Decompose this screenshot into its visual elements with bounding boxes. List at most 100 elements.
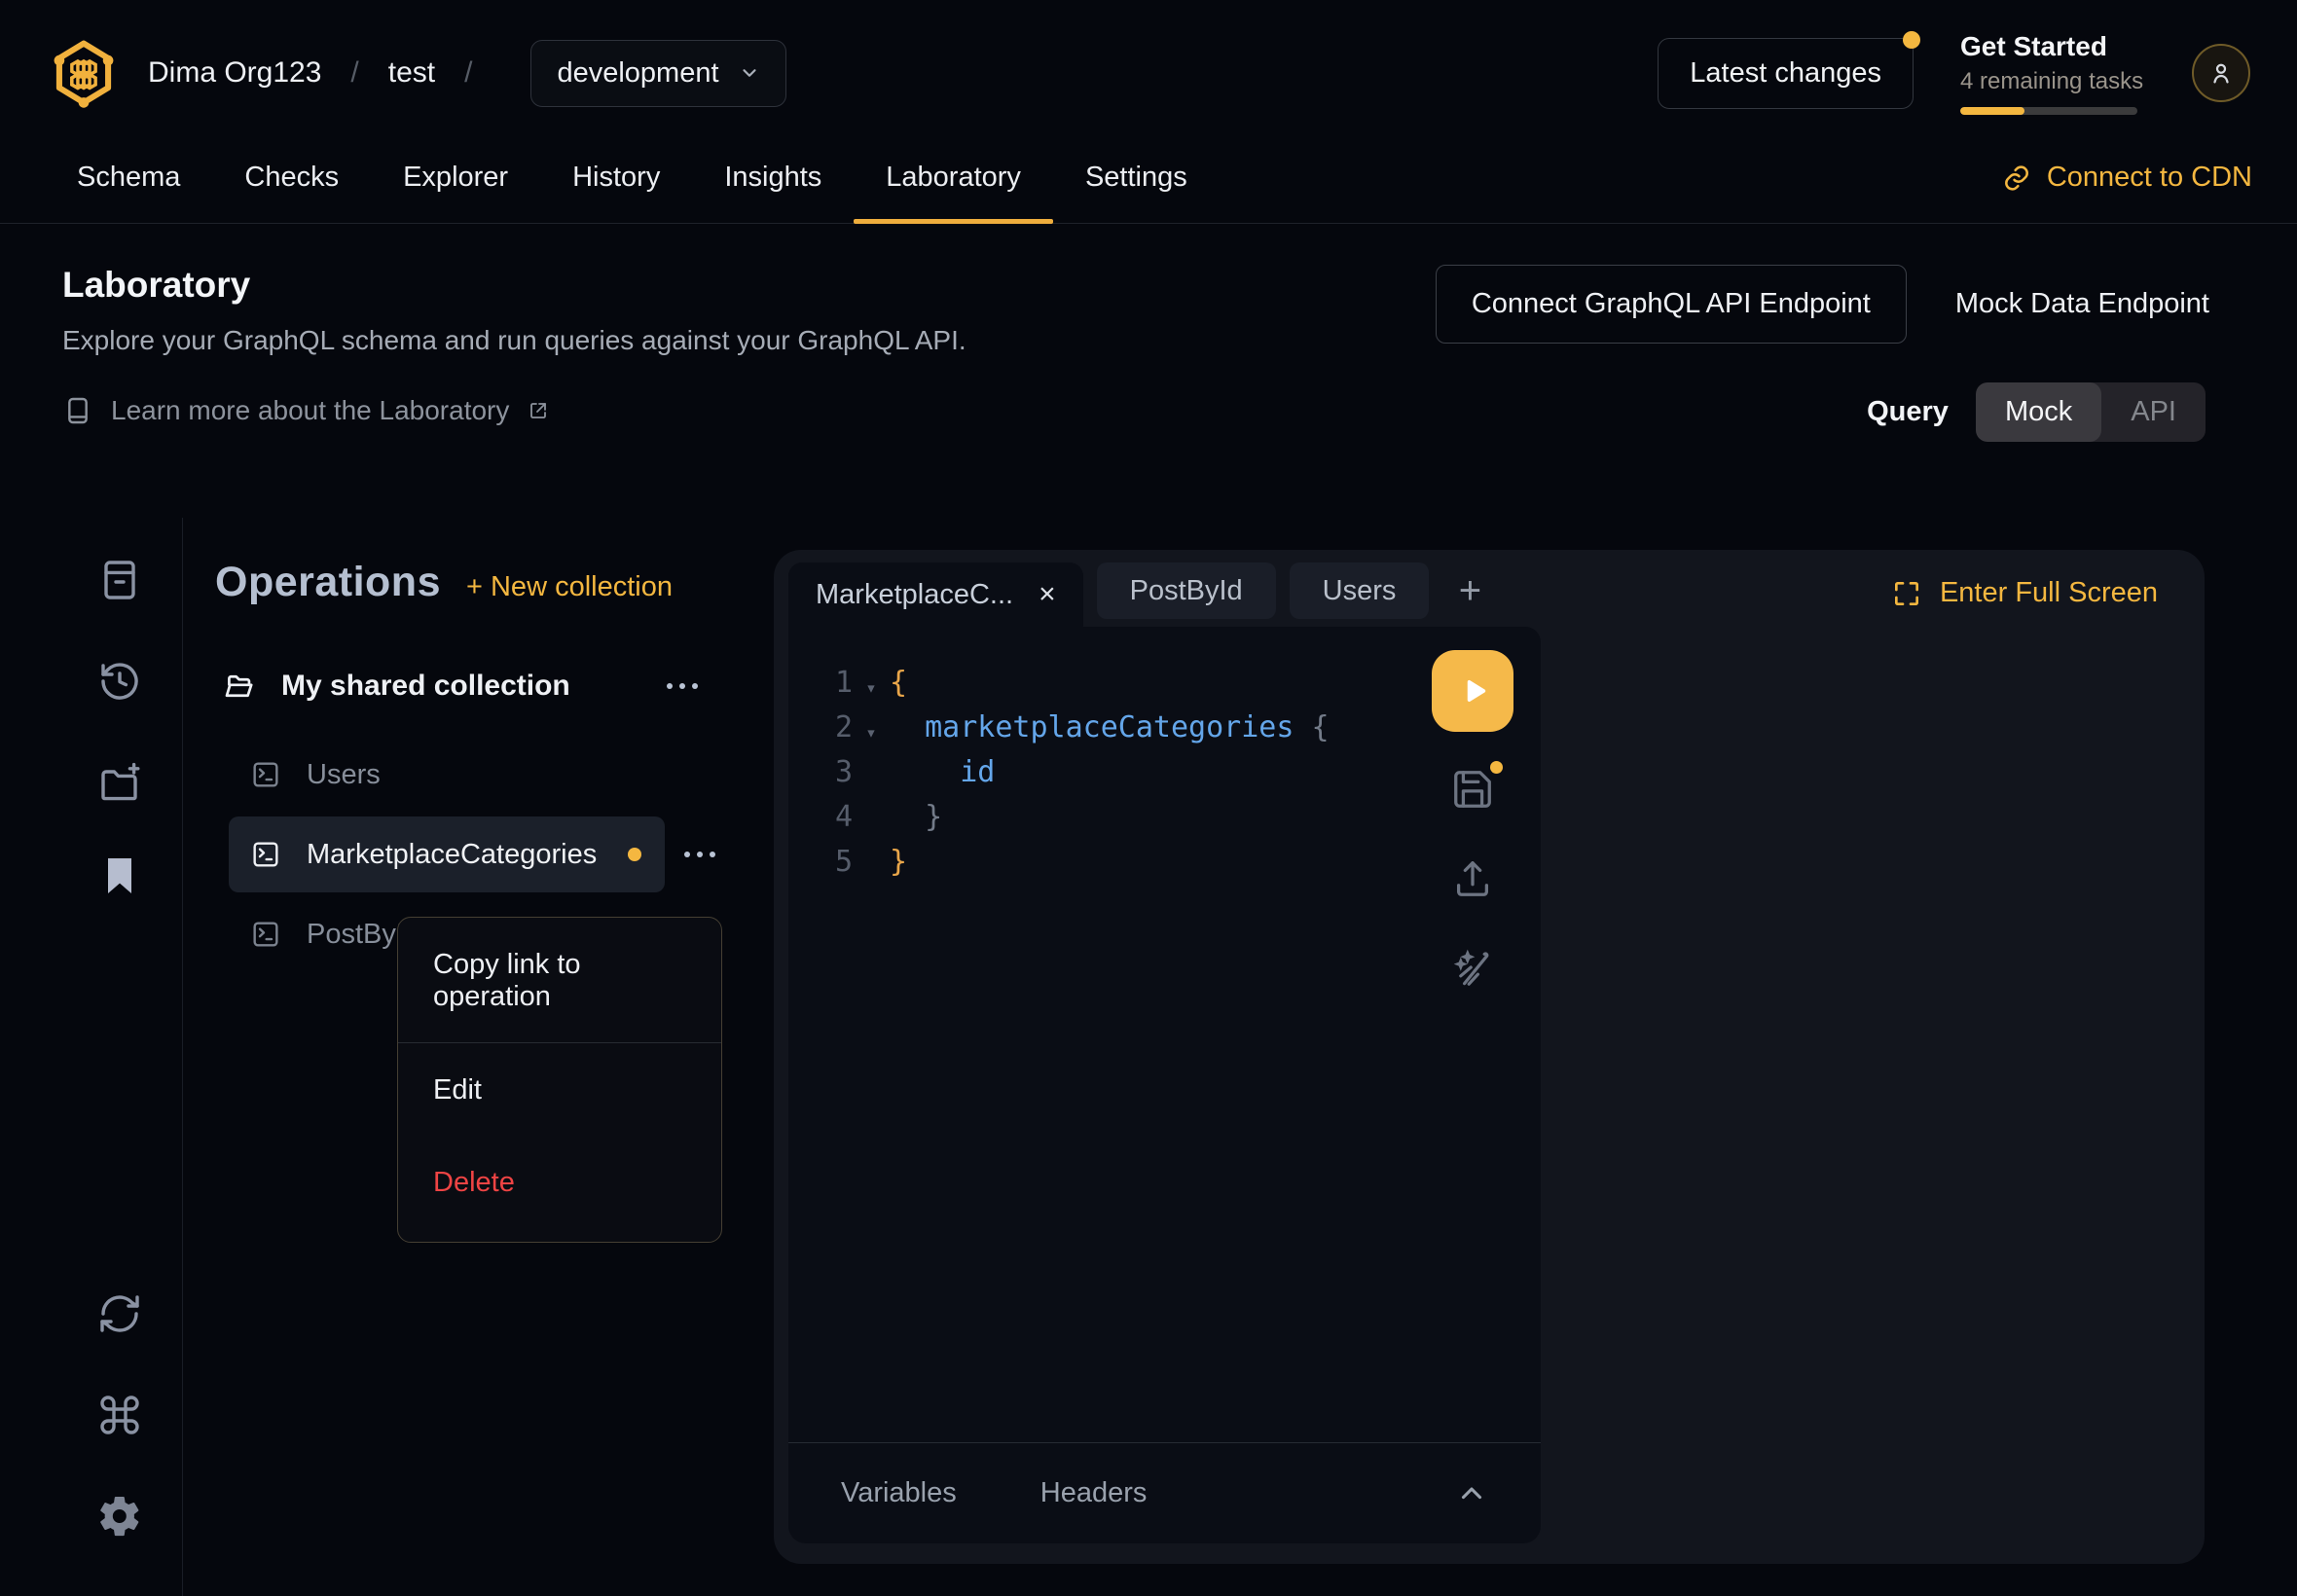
line-number: 3 <box>814 755 853 800</box>
hive-logo[interactable] <box>47 36 121 110</box>
broom-sparkles-icon <box>1450 946 1497 993</box>
unsaved-dot <box>628 848 641 861</box>
editor-footer: Variables Headers <box>788 1442 1541 1543</box>
line-number: 2 <box>814 710 853 755</box>
page-title: Laboratory <box>62 265 966 306</box>
editor-tab-postbyid[interactable]: PostById <box>1097 562 1276 619</box>
code-line: 4 } <box>788 800 1541 845</box>
latest-changes-label: Latest changes <box>1690 57 1881 89</box>
learn-more-link[interactable]: Learn more about the Laboratory <box>62 395 966 426</box>
code-token: } <box>890 845 907 879</box>
close-tab-icon[interactable]: × <box>1039 580 1056 609</box>
nav-tab-insights[interactable]: Insights <box>692 132 854 223</box>
operation-menu-button[interactable] <box>678 846 721 863</box>
breadcrumb: Dima Org123 / test / <box>148 56 501 90</box>
nav-tab-history[interactable]: History <box>540 132 692 223</box>
nav-tab-checks[interactable]: Checks <box>212 132 371 223</box>
fold-arrow-icon[interactable]: ▾ <box>853 666 890 710</box>
user-avatar[interactable] <box>2192 44 2250 102</box>
code-text: marketplaceCategories { <box>890 710 1330 755</box>
fullscreen-icon <box>1891 578 1922 609</box>
book-icon <box>62 395 93 426</box>
learn-more-label: Learn more about the Laboratory <box>111 395 509 426</box>
operation-row: MarketplaceCategories <box>182 816 774 892</box>
query-toggle-option-api[interactable]: API <box>2101 382 2206 442</box>
variables-tab[interactable]: Variables <box>841 1477 957 1509</box>
operation-item-marketplacecategories[interactable]: MarketplaceCategories <box>229 816 665 892</box>
enter-fullscreen-button[interactable]: Enter Full Screen <box>1891 577 2158 609</box>
fold-arrow-icon[interactable]: ▾ <box>853 710 890 755</box>
code-token <box>890 710 925 744</box>
operation-label: Users <box>307 759 381 791</box>
menu-item-copy-link-to-operation[interactable]: Copy link to operation <box>398 918 721 1042</box>
code-text: } <box>890 845 907 889</box>
operations-panel: Operations + New collection My shared co… <box>182 516 774 976</box>
play-icon <box>1455 673 1490 708</box>
get-started-progressbar <box>1960 107 2137 115</box>
gear-icon[interactable] <box>96 1493 143 1540</box>
new-collection-button[interactable]: + New collection <box>466 571 673 603</box>
connect-endpoint-button[interactable]: Connect GraphQL API Endpoint <box>1436 265 1907 344</box>
collection-header[interactable]: My shared collection <box>182 669 774 704</box>
link-icon <box>2002 163 2031 193</box>
history-icon[interactable] <box>96 658 143 705</box>
prettify-button[interactable] <box>1450 946 1495 991</box>
external-link-icon <box>527 399 550 422</box>
code-text: id <box>890 755 995 800</box>
breadcrumb-org[interactable]: Dima Org123 <box>148 56 321 90</box>
app-header: Dima Org123 / test / development Latest … <box>0 0 2297 117</box>
editor-tab-marketplacec[interactable]: MarketplaceC...× <box>788 562 1083 627</box>
new-tab-button[interactable]: + <box>1442 562 1497 619</box>
headers-tab[interactable]: Headers <box>1040 1477 1148 1509</box>
folder-plus-icon[interactable] <box>96 761 143 808</box>
target-dropdown[interactable]: development <box>530 40 785 107</box>
query-mode-toggle[interactable]: MockAPI <box>1976 382 2206 442</box>
operation-icon <box>250 759 281 790</box>
code-token: } <box>925 800 942 834</box>
line-number: 1 <box>814 666 853 710</box>
code-token: marketplaceCategories <box>925 710 1294 744</box>
save-operation-button[interactable] <box>1450 767 1495 812</box>
code-line: 2▾ marketplaceCategories { <box>788 710 1541 755</box>
mock-endpoint-button[interactable]: Mock Data Endpoint <box>1955 288 2209 320</box>
folder-open-icon <box>221 669 256 704</box>
operation-icon <box>250 839 281 870</box>
bookmark-icon[interactable] <box>96 852 143 899</box>
connect-to-cdn-link[interactable]: Connect to CDN <box>2002 162 2252 194</box>
nav-tab-settings[interactable]: Settings <box>1053 132 1220 223</box>
collapse-footer-chevron[interactable] <box>1455 1477 1488 1510</box>
editor-tab-users[interactable]: Users <box>1290 562 1430 619</box>
unsaved-dot <box>1490 761 1503 774</box>
operations-title: Operations <box>215 559 441 606</box>
query-toggle-label: Query <box>1867 396 1949 428</box>
code-text: } <box>890 800 942 845</box>
target-dropdown-value: development <box>557 57 718 90</box>
code-token: { <box>890 666 907 700</box>
code-token: id <box>960 755 995 789</box>
laboratory-workbench: Enter Full Screen MarketplaceC...×PostBy… <box>774 550 2205 1564</box>
editor-tab-label: Users <box>1323 575 1397 607</box>
command-icon[interactable] <box>96 1392 143 1438</box>
operation-icon <box>250 919 281 950</box>
nav-tab-schema[interactable]: Schema <box>45 132 212 223</box>
run-query-button[interactable] <box>1432 650 1513 732</box>
nav-tab-explorer[interactable]: Explorer <box>371 132 540 223</box>
query-editor[interactable]: 1▾{2▾ marketplaceCategories {3 id4 }5} <box>788 627 1541 1442</box>
code-token <box>890 800 925 834</box>
code-line: 5} <box>788 845 1541 889</box>
share-operation-button[interactable] <box>1450 856 1495 901</box>
menu-item-delete[interactable]: Delete <box>398 1136 721 1228</box>
collection-menu-button[interactable] <box>661 677 704 695</box>
menu-item-edit[interactable]: Edit <box>398 1043 721 1136</box>
latest-changes-button[interactable]: Latest changes <box>1658 38 1914 109</box>
upload-icon <box>1450 856 1495 901</box>
get-started-widget[interactable]: Get Started 4 remaining tasks <box>1960 31 2145 115</box>
refresh-icon[interactable] <box>96 1290 143 1337</box>
query-toggle-option-mock[interactable]: Mock <box>1976 382 2101 442</box>
code-token: { <box>1294 710 1329 744</box>
operation-item-users[interactable]: Users <box>229 737 665 813</box>
collection-name: My shared collection <box>281 670 570 703</box>
nav-tab-laboratory[interactable]: Laboratory <box>854 132 1053 223</box>
breadcrumb-project[interactable]: test <box>388 56 435 90</box>
archive-icon[interactable] <box>96 557 143 603</box>
